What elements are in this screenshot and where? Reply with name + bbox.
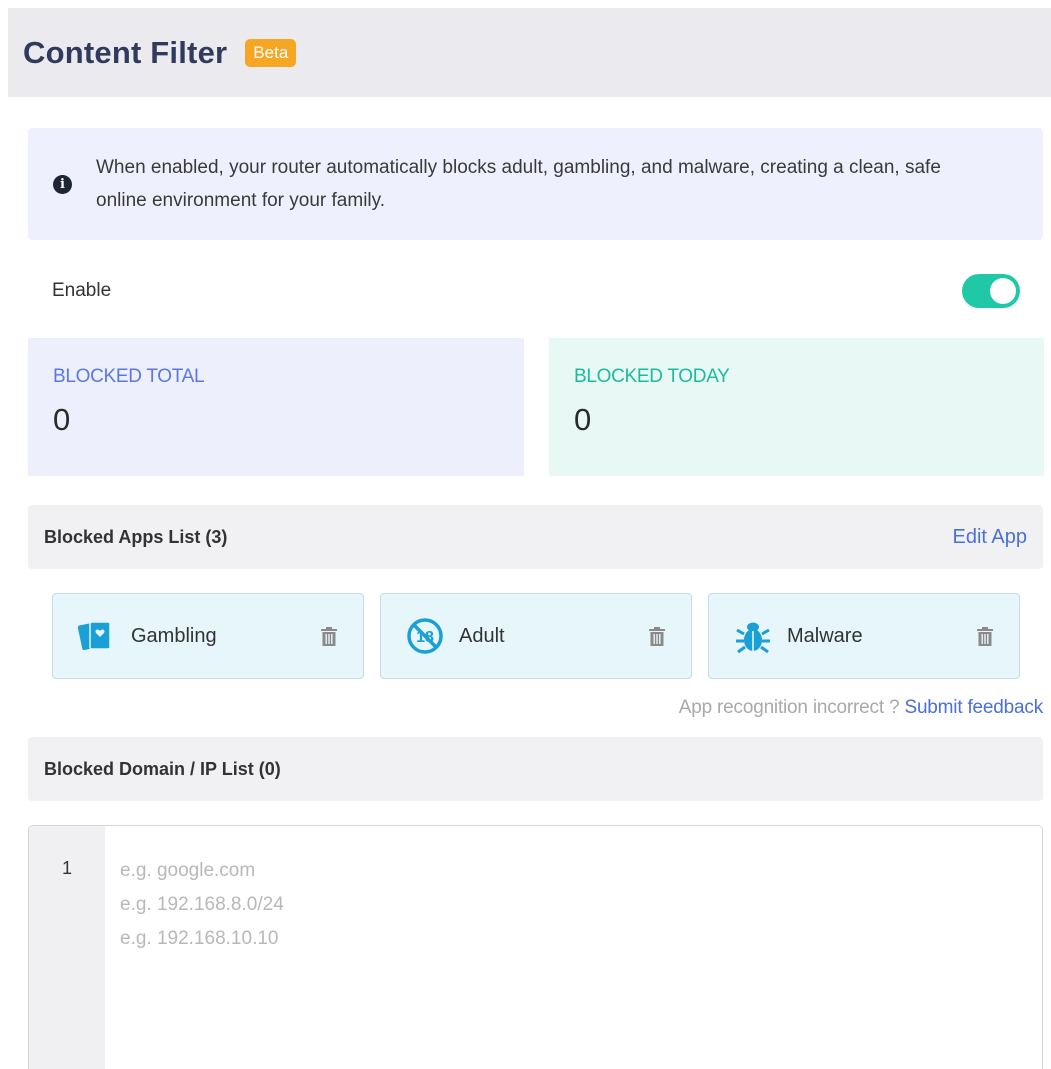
blocked-today-card: BLOCKED TODAY 0 bbox=[549, 338, 1044, 476]
info-text: When enabled, your router automatically … bbox=[96, 157, 941, 211]
edit-app-link[interactable]: Edit App bbox=[952, 526, 1027, 549]
app-card-gambling: Gambling bbox=[52, 593, 364, 679]
blocked-domain-header: Blocked Domain / IP List (0) bbox=[28, 737, 1043, 801]
no-18-icon: 18 bbox=[406, 617, 444, 655]
info-icon: i bbox=[53, 174, 72, 194]
blocked-domain-title: Blocked Domain / IP List (0) bbox=[44, 758, 281, 779]
app-card-adult: 18 Adult bbox=[380, 593, 692, 679]
gambling-cards-icon bbox=[78, 617, 116, 655]
blocked-apps-header: Blocked Apps List (3) Edit App bbox=[28, 505, 1043, 569]
app-card-malware: Malware bbox=[708, 593, 1020, 679]
toggle-knob bbox=[990, 278, 1016, 304]
enable-label: Enable bbox=[52, 280, 112, 301]
blocked-today-label: BLOCKED TODAY bbox=[574, 366, 730, 387]
bug-icon bbox=[734, 617, 772, 655]
blocked-total-card: BLOCKED TOTAL 0 bbox=[28, 338, 524, 476]
app-label: Malware bbox=[787, 624, 863, 647]
trash-icon[interactable] bbox=[976, 626, 994, 646]
feedback-row: App recognition incorrect ? Submit feedb… bbox=[679, 697, 1043, 719]
beta-badge: Beta bbox=[245, 38, 297, 67]
blocked-today-value: 0 bbox=[574, 402, 592, 437]
blocked-apps-title: Blocked Apps List (3) bbox=[44, 526, 228, 547]
enable-toggle[interactable] bbox=[962, 274, 1020, 308]
line-number: 1 bbox=[61, 858, 72, 878]
info-banner: i When enabled, your router automaticall… bbox=[28, 128, 1043, 240]
feedback-question: App recognition incorrect ? bbox=[678, 697, 900, 718]
page-title: Content Filter bbox=[23, 34, 228, 70]
submit-feedback-link[interactable]: Submit feedback bbox=[904, 697, 1043, 718]
domain-ip-input[interactable] bbox=[105, 826, 1042, 1069]
domain-editor: 1 bbox=[28, 825, 1043, 1069]
enable-row: Enable bbox=[52, 270, 1020, 312]
page-header: Content Filter Beta bbox=[8, 8, 1051, 97]
blocked-total-value: 0 bbox=[53, 402, 71, 437]
app-label: Adult bbox=[459, 624, 505, 647]
blocked-total-label: BLOCKED TOTAL bbox=[53, 366, 205, 387]
trash-icon[interactable] bbox=[648, 626, 666, 646]
line-number-gutter: 1 bbox=[29, 826, 105, 1069]
trash-icon[interactable] bbox=[320, 626, 338, 646]
app-label: Gambling bbox=[131, 624, 217, 647]
